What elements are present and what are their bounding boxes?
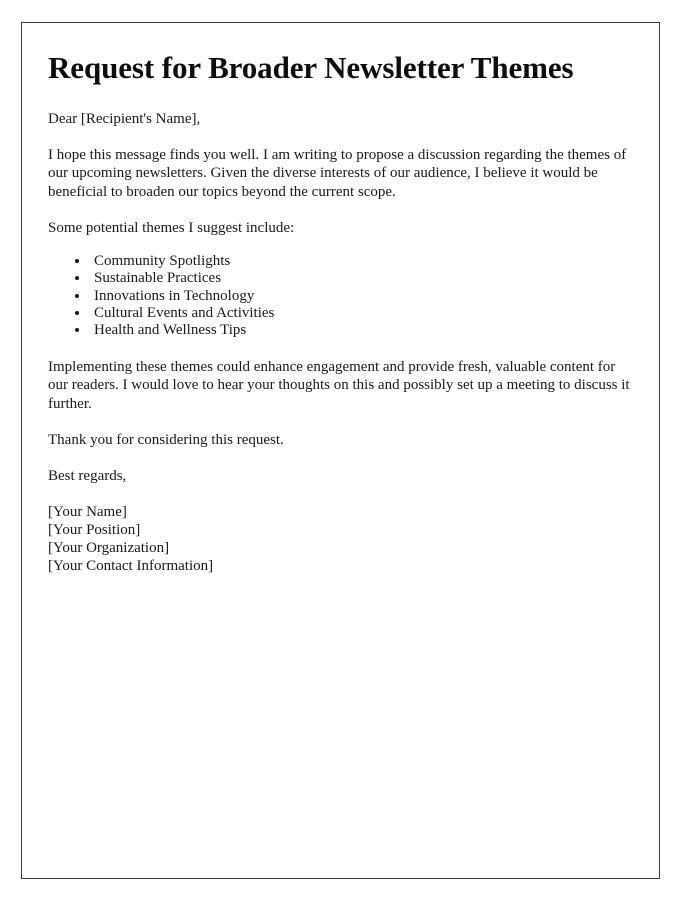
signature-contact: [Your Contact Information] bbox=[48, 558, 214, 575]
letter-salutation: Dear [Recipient's Name], bbox=[48, 110, 201, 127]
letter-paragraph-benefits: Implementing these themes could enhance … bbox=[48, 358, 630, 412]
letter-thanks: Thank you for considering this request. bbox=[48, 432, 284, 449]
page-title: Request for Broader Newsletter Themes bbox=[48, 50, 574, 85]
proposed-themes-list: Community Spotlights Sustainable Practic… bbox=[48, 253, 635, 340]
document-body: Request for Broader Newsletter Themes De… bbox=[22, 23, 659, 575]
signature-organization: [Your Organization] bbox=[48, 540, 170, 557]
signature-name: [Your Name] bbox=[48, 504, 127, 521]
document-page-border: Request for Broader Newsletter Themes De… bbox=[21, 22, 660, 879]
list-item: Health and Wellness Tips bbox=[90, 322, 635, 339]
list-item: Community Spotlights bbox=[90, 253, 635, 270]
list-item: Innovations in Technology bbox=[90, 288, 635, 305]
signature-position: [Your Position] bbox=[48, 522, 141, 539]
list-item: Sustainable Practices bbox=[90, 270, 635, 287]
list-item: Cultural Events and Activities bbox=[90, 305, 635, 322]
letter-sign-off: Best regards, bbox=[48, 468, 127, 485]
letter-paragraph-intro: I hope this message finds you well. I am… bbox=[48, 146, 627, 200]
letter-list-intro: Some potential themes I suggest include: bbox=[48, 220, 295, 237]
signature-block: [Your Name] [Your Position] [Your Organi… bbox=[48, 503, 635, 575]
